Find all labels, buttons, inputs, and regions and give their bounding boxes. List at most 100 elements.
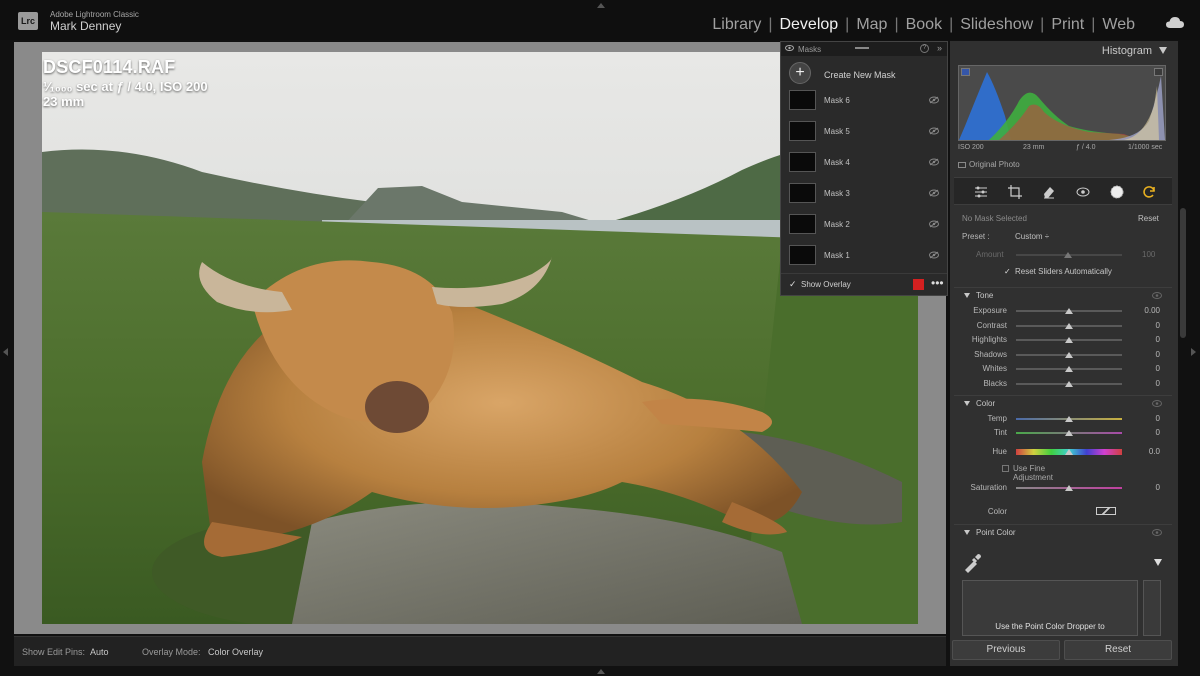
- mask-row[interactable]: Mask 5: [781, 116, 947, 146]
- slider-thumb[interactable]: [1065, 380, 1073, 387]
- mask-icon[interactable]: [1110, 185, 1124, 199]
- original-photo-toggle[interactable]: Original Photo: [958, 160, 1020, 169]
- slider-thumb[interactable]: [1065, 366, 1073, 372]
- shadow-clipping-indicator[interactable]: [961, 68, 970, 76]
- bottom-panel-arrow[interactable]: [597, 669, 605, 674]
- slider-thumb[interactable]: [1065, 337, 1073, 343]
- color-swatch[interactable]: [1096, 507, 1116, 515]
- reset-link[interactable]: Reset: [1138, 214, 1159, 223]
- slider-thumb[interactable]: [1065, 322, 1073, 329]
- eye-hidden-icon[interactable]: [929, 189, 939, 197]
- color-label: Color: [987, 507, 1007, 516]
- cloud-icon[interactable]: [1166, 17, 1184, 28]
- show-overlay-checkbox[interactable]: ✓: [789, 279, 797, 290]
- redeye-icon[interactable]: [1076, 185, 1090, 199]
- mask-row[interactable]: Mask 3: [781, 178, 947, 208]
- refresh-icon[interactable]: [1142, 185, 1156, 199]
- eye-hidden-icon[interactable]: [929, 158, 939, 166]
- mask-name: Mask 2: [824, 220, 850, 229]
- eye-hidden-icon[interactable]: [929, 127, 939, 135]
- amount-slider-thumb[interactable]: [1064, 252, 1072, 258]
- slider-thumb[interactable]: [1065, 430, 1073, 436]
- slider-value[interactable]: 0: [1130, 321, 1160, 330]
- dropdown-triangle-icon[interactable]: [1154, 559, 1162, 566]
- collapse-triangle-icon[interactable]: [964, 530, 970, 535]
- sliders-icon[interactable]: [974, 185, 988, 199]
- eye-icon[interactable]: [1152, 292, 1162, 299]
- preset-dropdown[interactable]: Custom ÷: [1015, 232, 1049, 241]
- bottom-toolbar: Show Edit Pins: Auto Overlay Mode: Color…: [14, 636, 946, 666]
- mask-thumbnail: [789, 121, 816, 141]
- collapse-triangle-icon[interactable]: [964, 401, 970, 406]
- overlay-mode-dropdown[interactable]: Color Overlay: [208, 647, 263, 657]
- slider-value[interactable]: 0.0: [1130, 447, 1160, 456]
- collapse-triangle-icon[interactable]: [964, 293, 970, 298]
- tone-section-title: Tone: [976, 291, 994, 300]
- original-photo-checkbox[interactable]: [958, 161, 966, 168]
- mask-row[interactable]: Mask 2: [781, 209, 947, 239]
- slider-value[interactable]: 0: [1130, 364, 1160, 373]
- eye-hidden-icon[interactable]: [929, 220, 939, 228]
- module-develop[interactable]: Develop: [774, 16, 843, 34]
- collapse-icon[interactable]: »: [937, 43, 942, 53]
- slider-thumb[interactable]: [1065, 449, 1073, 455]
- slider-value[interactable]: 0: [1130, 350, 1160, 359]
- mask-row[interactable]: Mask 6: [781, 85, 947, 115]
- top-panel-arrow[interactable]: [597, 3, 605, 8]
- module-map[interactable]: Map: [851, 16, 892, 34]
- eye-icon[interactable]: [1152, 529, 1162, 536]
- reset-sliders-checkbox[interactable]: ✓: [1004, 267, 1011, 276]
- slider-label: Highlights: [971, 335, 1007, 344]
- help-icon[interactable]: ?: [920, 44, 929, 53]
- slider-thumb[interactable]: [1065, 416, 1073, 422]
- slider-value[interactable]: 0: [1130, 428, 1160, 437]
- left-panel-arrow[interactable]: [3, 348, 8, 356]
- eye-icon[interactable]: [1152, 400, 1162, 407]
- tone-section-header[interactable]: Tone: [954, 287, 1172, 303]
- eye-hidden-icon[interactable]: [929, 251, 939, 259]
- histogram-iso: ISO 200: [958, 144, 984, 151]
- slider-thumb[interactable]: [1065, 351, 1073, 358]
- fine-adjustment-checkbox[interactable]: [1002, 465, 1009, 472]
- module-print[interactable]: Print: [1046, 16, 1089, 34]
- previous-button[interactable]: Previous: [952, 640, 1060, 660]
- point-color-section-header[interactable]: Point Color: [954, 524, 1172, 540]
- mask-name: Mask 3: [824, 189, 850, 198]
- right-panel-scrollbar[interactable]: [1180, 208, 1186, 338]
- right-panel-arrow[interactable]: [1191, 348, 1196, 356]
- edit-pins-dropdown[interactable]: Auto: [90, 647, 109, 657]
- overlay-color-swatch[interactable]: [913, 279, 924, 290]
- slider-value[interactable]: 0: [1130, 379, 1160, 388]
- module-web[interactable]: Web: [1097, 16, 1140, 34]
- highlight-clipping-indicator[interactable]: [1154, 68, 1163, 76]
- drag-handle-icon[interactable]: [855, 47, 869, 49]
- slider-thumb[interactable]: [1065, 308, 1073, 314]
- collapse-triangle-icon[interactable]: [1159, 47, 1167, 54]
- more-options-icon[interactable]: •••: [931, 276, 944, 290]
- slider-thumb[interactable]: [1065, 485, 1073, 491]
- masks-panel-header[interactable]: Masks ? »: [781, 42, 947, 56]
- module-slideshow[interactable]: Slideshow: [955, 16, 1038, 34]
- slider-value[interactable]: 0: [1130, 335, 1160, 344]
- eyedropper-icon[interactable]: [962, 551, 984, 573]
- color-section-header[interactable]: Color: [954, 395, 1172, 411]
- mask-thumbnail: [789, 245, 816, 265]
- module-library[interactable]: Library: [707, 16, 766, 34]
- eye-icon[interactable]: [785, 45, 794, 51]
- eraser-icon[interactable]: [1042, 185, 1056, 199]
- mask-row[interactable]: Mask 1: [781, 240, 947, 270]
- reset-button[interactable]: Reset: [1064, 640, 1172, 660]
- histogram[interactable]: [958, 65, 1166, 141]
- create-new-mask-button[interactable]: + Create New Mask: [781, 56, 947, 84]
- module-separator: |: [768, 16, 773, 33]
- eye-hidden-icon[interactable]: [929, 96, 939, 104]
- slider-value[interactable]: 0: [1130, 483, 1160, 492]
- crop-icon[interactable]: [1008, 185, 1022, 199]
- module-book[interactable]: Book: [901, 16, 947, 34]
- mask-row[interactable]: Mask 4: [781, 147, 947, 177]
- slider-value[interactable]: 0.00: [1130, 306, 1160, 315]
- point-color-range-bar[interactable]: [1143, 580, 1161, 636]
- slider-value[interactable]: 0: [1130, 414, 1160, 423]
- plus-icon[interactable]: +: [789, 62, 811, 84]
- histogram-header[interactable]: Histogram: [950, 41, 1178, 61]
